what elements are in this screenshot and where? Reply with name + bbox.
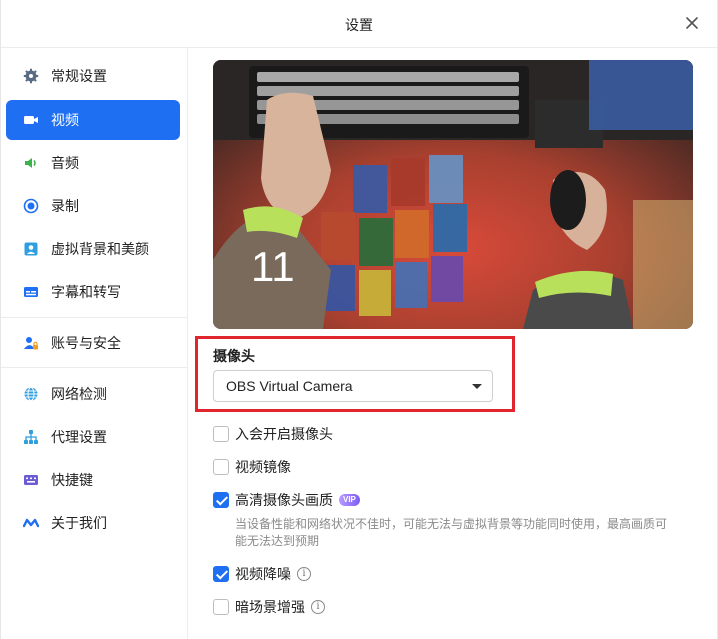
checkbox[interactable] <box>213 426 229 442</box>
globe-icon <box>23 386 39 402</box>
sidebar-item-label: 字幕和转写 <box>51 284 121 300</box>
info-icon[interactable]: i <box>297 567 311 581</box>
checkbox-checked[interactable] <box>213 566 229 582</box>
sidebar-divider <box>1 317 188 318</box>
sidebar-item-label: 录制 <box>51 198 79 214</box>
option-label: 高清摄像头画质 <box>235 492 333 508</box>
network-icon <box>23 429 39 445</box>
option-label: 视频降噪 <box>235 566 291 582</box>
settings-window: 设置 常规设置 视频 音频 录制 虚拟背景和美颜 字幕和转写 账号与安全 网络检… <box>0 0 718 639</box>
checkbox[interactable] <box>213 599 229 615</box>
gear-icon <box>23 68 39 84</box>
sidebar-item-shortcuts[interactable]: 快捷键 <box>6 460 180 500</box>
title-bar: 设置 <box>1 0 717 48</box>
option-mirror-video[interactable]: 视频镜像 <box>213 457 291 477</box>
option-label: 暗场景增强 <box>235 599 305 615</box>
video-settings-panel: 11 摄像头 OBS Virtual Camera 入会开启摄像头 视频镜像 高… <box>189 48 718 639</box>
sidebar: 常规设置 视频 音频 录制 虚拟背景和美颜 字幕和转写 账号与安全 网络检测 代… <box>1 48 188 639</box>
window-title: 设置 <box>345 17 373 33</box>
portrait-icon <box>23 241 39 257</box>
logo-icon <box>23 515 39 531</box>
sidebar-item-label: 账号与安全 <box>51 335 121 351</box>
sidebar-item-account-security[interactable]: 账号与安全 <box>6 323 180 363</box>
keyboard-icon <box>23 472 39 488</box>
sidebar-item-label: 快捷键 <box>51 472 93 488</box>
sidebar-item-proxy[interactable]: 代理设置 <box>6 417 180 457</box>
subtitle-icon <box>23 284 39 300</box>
user-lock-icon <box>23 335 39 351</box>
camera-select[interactable]: OBS Virtual Camera <box>213 370 493 402</box>
option-video-denoise[interactable]: 视频降噪 i <box>213 564 311 584</box>
checkbox-checked[interactable] <box>213 492 229 508</box>
record-icon <box>23 198 39 214</box>
option-low-light-enhance[interactable]: 暗场景增强 i <box>213 597 325 617</box>
camera-select-value: OBS Virtual Camera <box>226 378 353 394</box>
sidebar-item-label: 常规设置 <box>51 68 107 84</box>
close-icon[interactable] <box>681 12 703 34</box>
sidebar-item-network-test[interactable]: 网络检测 <box>6 374 180 414</box>
sidebar-item-audio[interactable]: 音频 <box>6 143 180 183</box>
option-camera-on-join[interactable]: 入会开启摄像头 <box>213 424 333 444</box>
sidebar-item-label: 代理设置 <box>51 429 107 445</box>
sidebar-item-virtual-background[interactable]: 虚拟背景和美颜 <box>6 229 180 269</box>
sidebar-item-label: 视频 <box>51 112 79 128</box>
sidebar-item-subtitles[interactable]: 字幕和转写 <box>6 272 180 312</box>
option-label: 视频镜像 <box>235 459 291 475</box>
sidebar-item-general[interactable]: 常规设置 <box>6 56 180 96</box>
sidebar-item-label: 关于我们 <box>51 515 107 531</box>
sidebar-item-about[interactable]: 关于我们 <box>6 503 180 543</box>
camera-label: 摄像头 <box>213 348 255 364</box>
checkbox[interactable] <box>213 459 229 475</box>
info-icon[interactable]: i <box>311 600 325 614</box>
sidebar-item-label: 虚拟背景和美颜 <box>51 241 149 257</box>
option-label: 入会开启摄像头 <box>235 426 333 442</box>
sidebar-item-label: 音频 <box>51 155 79 171</box>
chevron-down-icon <box>472 384 482 389</box>
camera-preview: 11 <box>213 60 693 329</box>
preview-countdown: 11 <box>251 243 295 290</box>
sidebar-item-label: 网络检测 <box>51 386 107 402</box>
option-hd-camera[interactable]: 高清摄像头画质 VIP <box>213 490 360 510</box>
sidebar-divider <box>1 367 188 368</box>
vip-badge: VIP <box>339 494 360 506</box>
sidebar-item-video[interactable]: 视频 <box>6 100 180 140</box>
video-icon <box>23 112 39 128</box>
hd-quality-hint: 当设备性能和网络状况不佳时，可能无法与虚拟背景等功能同时使用，最高画质可能无法达… <box>235 517 668 548</box>
sidebar-item-recording[interactable]: 录制 <box>6 186 180 226</box>
speaker-icon <box>23 155 39 171</box>
